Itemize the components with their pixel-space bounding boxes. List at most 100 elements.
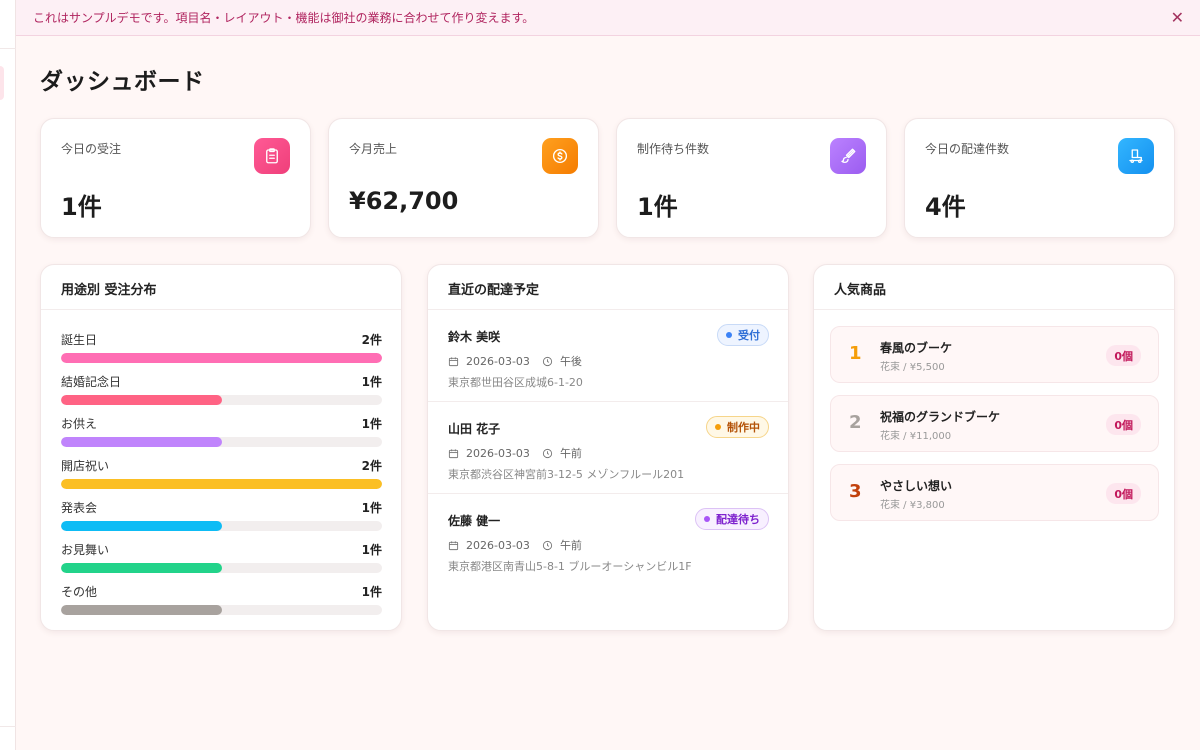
product-count-badge: 0個 xyxy=(1106,345,1141,366)
page-title: ダッシュボード xyxy=(40,69,205,95)
delivery-date: 2026-03-03 xyxy=(466,538,530,552)
status-text: 受付 xyxy=(738,329,760,342)
distribution-row-header: お供え 1件 xyxy=(61,415,382,432)
product-rank: 3 xyxy=(849,481,862,502)
distribution-count: 1件 xyxy=(361,375,382,389)
stat-card-orders-today: 今日の受注 1件 xyxy=(40,118,311,238)
delivery-address: 東京都港区南青山5-8-1 ブルーオーシャンビル1F xyxy=(448,560,692,573)
product-rank: 1 xyxy=(849,343,862,364)
distribution-row: お見舞い 1件 xyxy=(61,541,382,573)
distribution-bar-track xyxy=(61,479,382,489)
distribution-row-header: 開店祝い 2件 xyxy=(61,457,382,474)
distribution-count: 1件 xyxy=(361,417,382,431)
stat-value: 4件 xyxy=(925,193,966,221)
distribution-bar-fill xyxy=(61,353,382,363)
distribution-label: 誕生日 xyxy=(61,333,98,347)
status-badge: 制作中 xyxy=(706,416,769,438)
clock-icon xyxy=(542,448,560,459)
distribution-bar-fill xyxy=(61,479,382,489)
close-icon[interactable]: ✕ xyxy=(1171,9,1184,26)
customer-name: 佐藤 健一 xyxy=(448,514,501,528)
demo-banner-text: これはサンプルデモです。項目名・レイアウト・機能は御社の業務に合わせて作り変えま… xyxy=(33,11,535,25)
delivery-address: 東京都世田谷区成城6-1-20 xyxy=(448,376,583,389)
sidebar-edge xyxy=(0,0,16,750)
status-text: 制作中 xyxy=(727,421,760,434)
product-card[interactable]: 2 祝福のグランドブーケ 花束 / ¥11,000 0個 xyxy=(830,395,1159,452)
distribution-bar-fill xyxy=(61,563,222,573)
stat-card-monthly-sales: 今月売上 ¥62,700 xyxy=(328,118,599,238)
delivery-time: 午後 xyxy=(559,355,582,368)
distribution-row: 結婚記念日 1件 xyxy=(61,373,382,405)
status-dot xyxy=(726,332,732,338)
product-count-badge: 0個 xyxy=(1106,414,1141,435)
distribution-label: 結婚記念日 xyxy=(61,375,122,389)
clipboard-icon xyxy=(254,138,290,174)
product-category-price: 花束 / ¥11,000 xyxy=(880,431,952,442)
delivery-date: 2026-03-03 xyxy=(466,446,530,460)
sidebar-active-indicator xyxy=(0,66,4,100)
demo-banner: これはサンプルデモです。項目名・レイアウト・機能は御社の業務に合わせて作り変えま… xyxy=(16,0,1200,36)
coin-icon xyxy=(542,138,578,174)
customer-name: 山田 花子 xyxy=(448,422,501,436)
distribution-row: その他 1件 xyxy=(61,583,382,615)
stat-label: 今日の受注 xyxy=(61,142,122,156)
stat-label: 今月売上 xyxy=(349,142,398,156)
distribution-bar-track xyxy=(61,353,382,363)
distribution-row: 発表会 1件 xyxy=(61,499,382,531)
status-dot xyxy=(715,424,721,430)
delivery-meta: 2026-03-03 午前 xyxy=(448,445,582,461)
distribution-count: 2件 xyxy=(361,459,382,473)
distribution-count: 1件 xyxy=(361,585,382,599)
sidebar-divider xyxy=(0,726,16,727)
product-card[interactable]: 3 やさしい想い 花束 / ¥3,800 0個 xyxy=(830,464,1159,521)
delivery-item[interactable]: 鈴木 美咲 受付 2026-03-03 午後東京都世田谷区成城6-1-20 xyxy=(428,310,788,402)
distribution-row: 開店祝い 2件 xyxy=(61,457,382,489)
distribution-count: 1件 xyxy=(361,543,382,557)
status-dot xyxy=(704,516,710,522)
delivery-time: 午前 xyxy=(559,447,582,460)
distribution-row-header: その他 1件 xyxy=(61,583,382,600)
distribution-row-header: 結婚記念日 1件 xyxy=(61,373,382,390)
distribution-bar-track xyxy=(61,563,382,573)
distribution-row-header: 発表会 1件 xyxy=(61,499,382,516)
distribution-label: 発表会 xyxy=(61,501,98,515)
distribution-bar-fill xyxy=(61,521,222,531)
brush-icon xyxy=(830,138,866,174)
product-card[interactable]: 1 春風のブーケ 花束 / ¥5,500 0個 xyxy=(830,326,1159,383)
delivery-time: 午前 xyxy=(559,539,582,552)
product-name: やさしい想い xyxy=(880,479,953,493)
truck-icon xyxy=(1118,138,1154,174)
calendar-icon xyxy=(448,356,466,367)
panel-title: 人気商品 xyxy=(814,265,1174,310)
delivery-meta: 2026-03-03 午後 xyxy=(448,353,582,369)
stat-value: 1件 xyxy=(637,193,678,221)
distribution-label: 開店祝い xyxy=(61,459,110,473)
stat-label: 制作待ち件数 xyxy=(637,142,710,156)
delivery-date: 2026-03-03 xyxy=(466,354,530,368)
delivery-item[interactable]: 山田 花子 制作中 2026-03-03 午前 東京都渋谷区神宮前3-12-5 メゾンフ… xyxy=(428,402,788,494)
distribution-bar-fill xyxy=(61,395,222,405)
status-badge: 配達待ち xyxy=(695,508,769,530)
calendar-icon xyxy=(448,540,466,551)
stat-card-production-pending: 制作待ち件数 1件 xyxy=(616,118,887,238)
distribution-row: お供え 1件 xyxy=(61,415,382,447)
status-badge: 受付 xyxy=(717,324,769,346)
distribution-bar-track xyxy=(61,395,382,405)
customer-name: 鈴木 美咲 xyxy=(448,330,501,344)
calendar-icon xyxy=(448,448,466,459)
deliveries-panel: 直近の配達予定 鈴木 美咲 受付 2026-03-03 午後 東京都世田谷区成城6-1-… xyxy=(427,264,789,631)
panel-title: 用途別 受注分布 xyxy=(41,265,401,310)
distribution-label: お見舞い xyxy=(61,543,110,557)
distribution-label: お供え xyxy=(61,417,98,431)
product-category-price: 花束 / ¥3,800 xyxy=(880,500,945,511)
distribution-bar-track xyxy=(61,605,382,615)
clock-icon xyxy=(542,540,560,551)
distribution-bar-track xyxy=(61,437,382,447)
stat-label: 今日の配達件数 xyxy=(925,142,1010,156)
stat-value: 1件 xyxy=(61,193,102,221)
product-name: 春風のブーケ xyxy=(880,341,953,355)
distribution-row: 誕生日 2件 xyxy=(61,331,382,363)
distribution-count: 1件 xyxy=(361,501,382,515)
delivery-item[interactable]: 佐藤 健一 配達待ち 2026-03-03 午前東京都港区南青山5-8-1 ブルーオー… xyxy=(428,494,788,586)
distribution-panel: 用途別 受注分布 誕生日 2件 結婚記念日 1件 お供え 1件 開店祝い 2件 発表会 1件 お見舞… xyxy=(40,264,402,631)
